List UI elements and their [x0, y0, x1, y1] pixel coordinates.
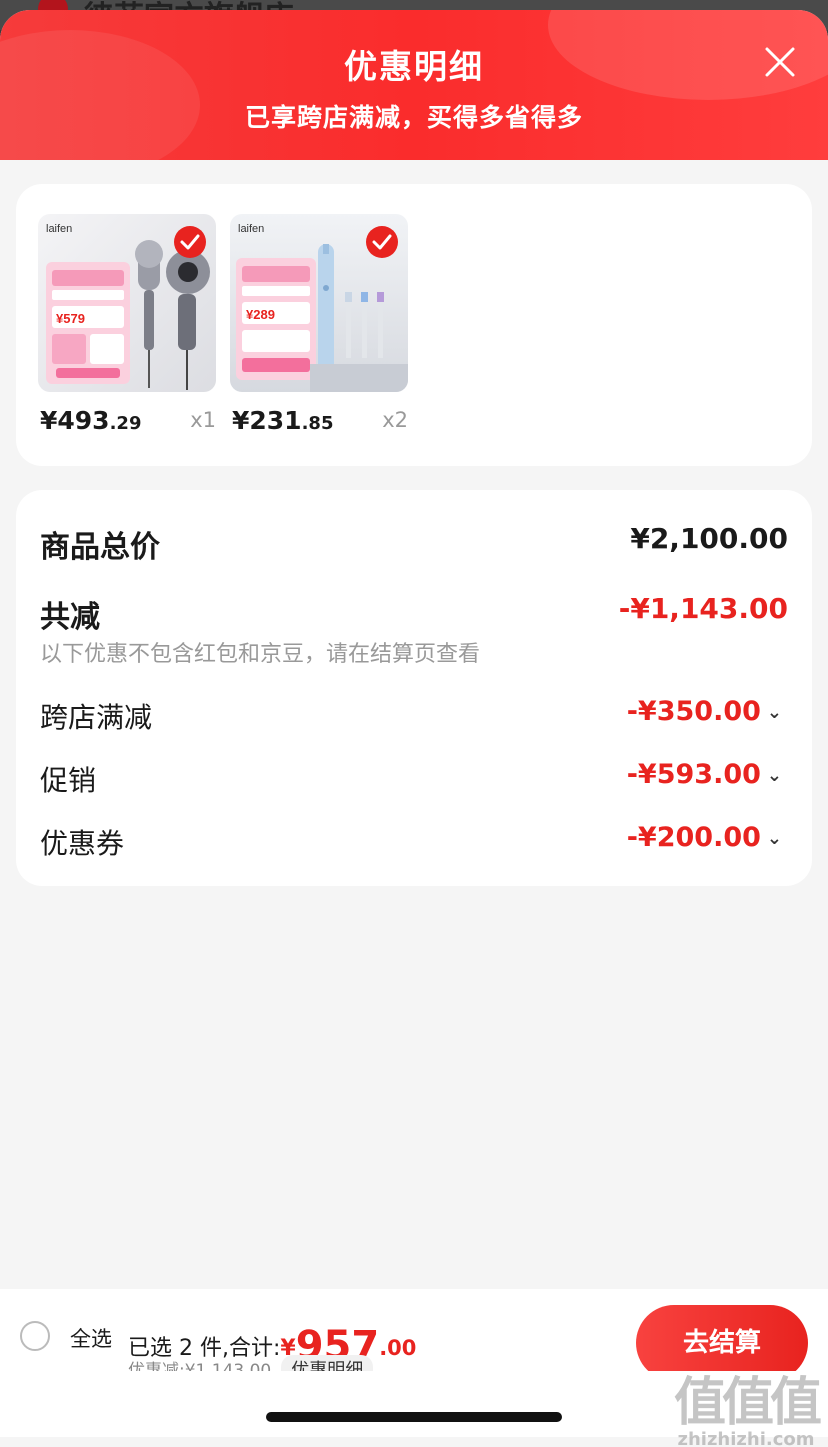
discount-label: 促销 [40, 764, 97, 797]
total-price-row: 商品总价 ¥2,100.00 [40, 522, 788, 566]
discount-label: 跨店满减 [40, 701, 153, 734]
home-indicator[interactable] [266, 1412, 562, 1422]
total-decimal: .00 [379, 1336, 417, 1360]
sheet-title: 优惠明细 [344, 47, 484, 86]
discount-row-promotion[interactable]: 促销 -¥593.00 ⌄ [40, 759, 788, 799]
brand-logo: laifen [46, 223, 72, 235]
selected-check-icon[interactable] [174, 226, 206, 258]
discount-value: -¥593.00 ⌄ [626, 759, 782, 790]
products-card: laifen ¥579 ¥493.29 x1 laifen ¥289 ¥231.… [16, 184, 812, 466]
discount-row-coupon[interactable]: 优惠券 -¥200.00 ⌄ [40, 822, 788, 862]
watermark-url: zhizhizhi.com [677, 1429, 815, 1447]
total-reduce-row: 共减 -¥1,143.00 [40, 592, 788, 636]
total-price-label: 商品总价 [40, 530, 160, 565]
discount-value: -¥350.00 ⌄ [626, 696, 782, 727]
product-price: ¥231.85 [232, 406, 334, 435]
sheet-header: 优惠明细 已享跨店满减，买得多省得多 [0, 10, 828, 160]
total-reduce-value: -¥1,143.00 [618, 592, 788, 625]
product-item[interactable]: laifen ¥579 ¥493.29 x1 [38, 214, 216, 435]
product-image: laifen ¥579 [38, 214, 216, 392]
svg-text:¥289: ¥289 [246, 307, 275, 322]
brand-logo: laifen [238, 223, 264, 235]
sheet-subtitle: 已享跨店满减，买得多省得多 [244, 103, 583, 132]
product-price: ¥493.29 [40, 406, 142, 435]
product-item[interactable]: laifen ¥289 ¥231.85 x2 [230, 214, 408, 435]
product-quantity: x1 [190, 408, 216, 432]
total-price-value: ¥2,100.00 [630, 522, 788, 555]
svg-text:¥579: ¥579 [56, 311, 85, 326]
watermark-logo: 值值值 [673, 1373, 822, 1433]
product-image: laifen ¥289 [230, 214, 408, 392]
discount-value: -¥200.00 ⌄ [626, 822, 782, 853]
discount-row-cross-store[interactable]: 跨店满减 -¥350.00 ⌄ [40, 696, 788, 736]
select-all-label[interactable]: 全选 [70, 1323, 112, 1353]
discount-note: 以下优惠不包含红包和京豆，请在结算页查看 [40, 642, 481, 667]
discount-detail-sheet: 优惠明细 已享跨店满减，买得多省得多 laifen ¥579 ¥493.29 x… [0, 10, 828, 1447]
chevron-down-icon[interactable]: ⌄ [767, 765, 782, 786]
watermark: 值值值 zhizhizhi.com [673, 1360, 822, 1447]
product-quantity: x2 [382, 408, 408, 432]
selected-check-icon[interactable] [366, 226, 398, 258]
total-reduce-label: 共减 [40, 600, 100, 635]
close-icon[interactable] [764, 46, 796, 78]
discount-label: 优惠券 [40, 827, 125, 860]
select-all-radio[interactable] [20, 1321, 50, 1351]
price-summary-card: 商品总价 ¥2,100.00 共减 -¥1,143.00 以下优惠不包含红包和京… [16, 490, 812, 886]
chevron-down-icon[interactable]: ⌄ [767, 702, 782, 723]
chevron-down-icon[interactable]: ⌄ [767, 828, 782, 849]
